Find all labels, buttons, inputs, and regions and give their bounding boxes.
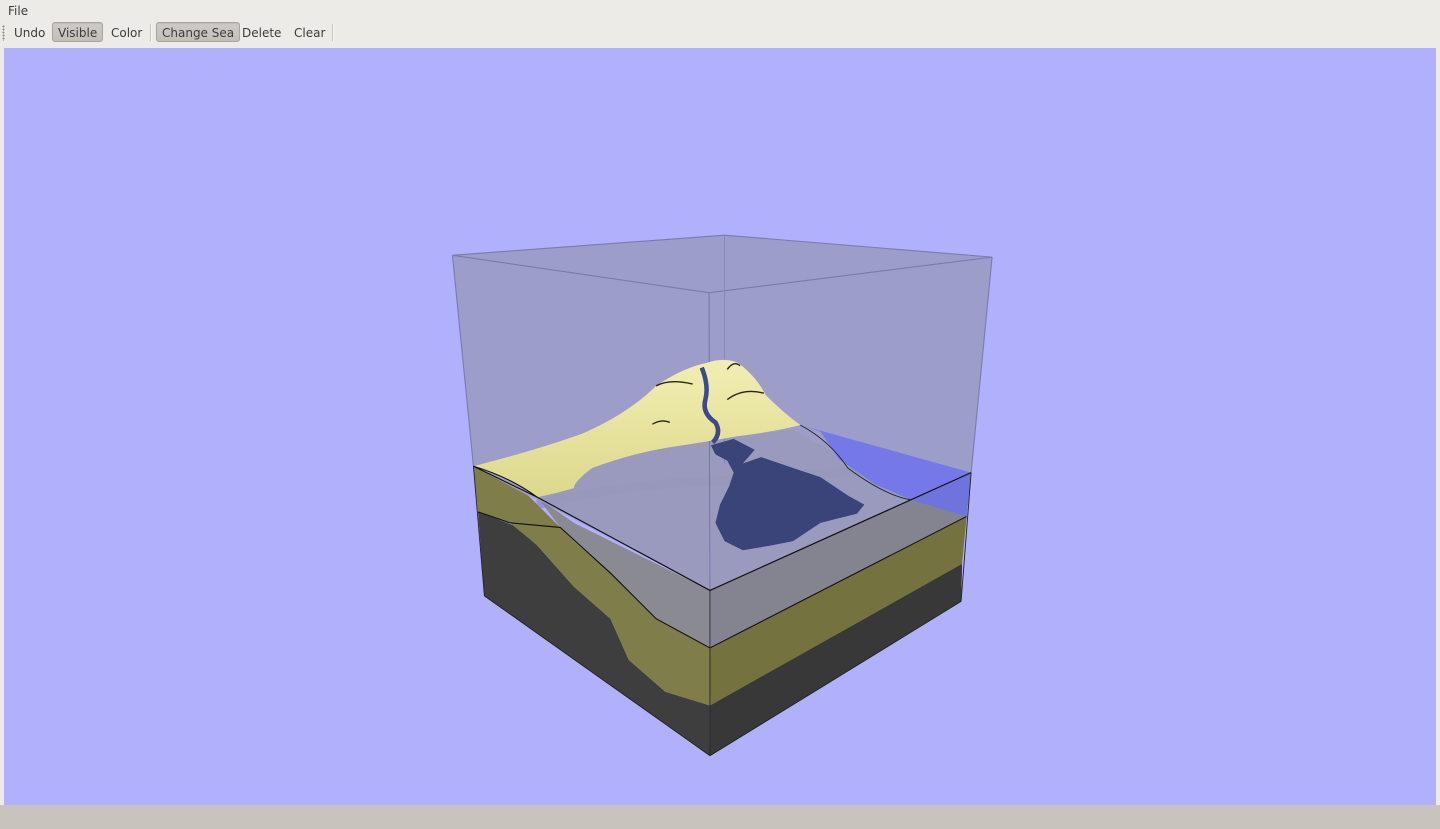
- clear-button[interactable]: Clear: [288, 22, 331, 42]
- menu-bar: File: [0, 0, 1440, 21]
- toolbar-separator-end: [332, 24, 334, 41]
- color-button[interactable]: Color: [105, 22, 148, 42]
- visible-toggle-button[interactable]: Visible: [52, 22, 104, 42]
- toolbar: Undo Visible Color Change Sea Delete Cle…: [0, 21, 1440, 45]
- undo-button[interactable]: Undo: [8, 22, 51, 42]
- toolbar-grip-handle[interactable]: [2, 25, 5, 41]
- status-bar: [0, 805, 1440, 829]
- menu-file[interactable]: File: [8, 3, 28, 19]
- 3d-viewport[interactable]: [4, 48, 1436, 805]
- change-sea-toggle-button[interactable]: Change Sea: [156, 22, 241, 42]
- 3d-scene[interactable]: [4, 48, 1436, 805]
- toolbar-separator: [150, 24, 152, 41]
- delete-button[interactable]: Delete: [236, 22, 287, 42]
